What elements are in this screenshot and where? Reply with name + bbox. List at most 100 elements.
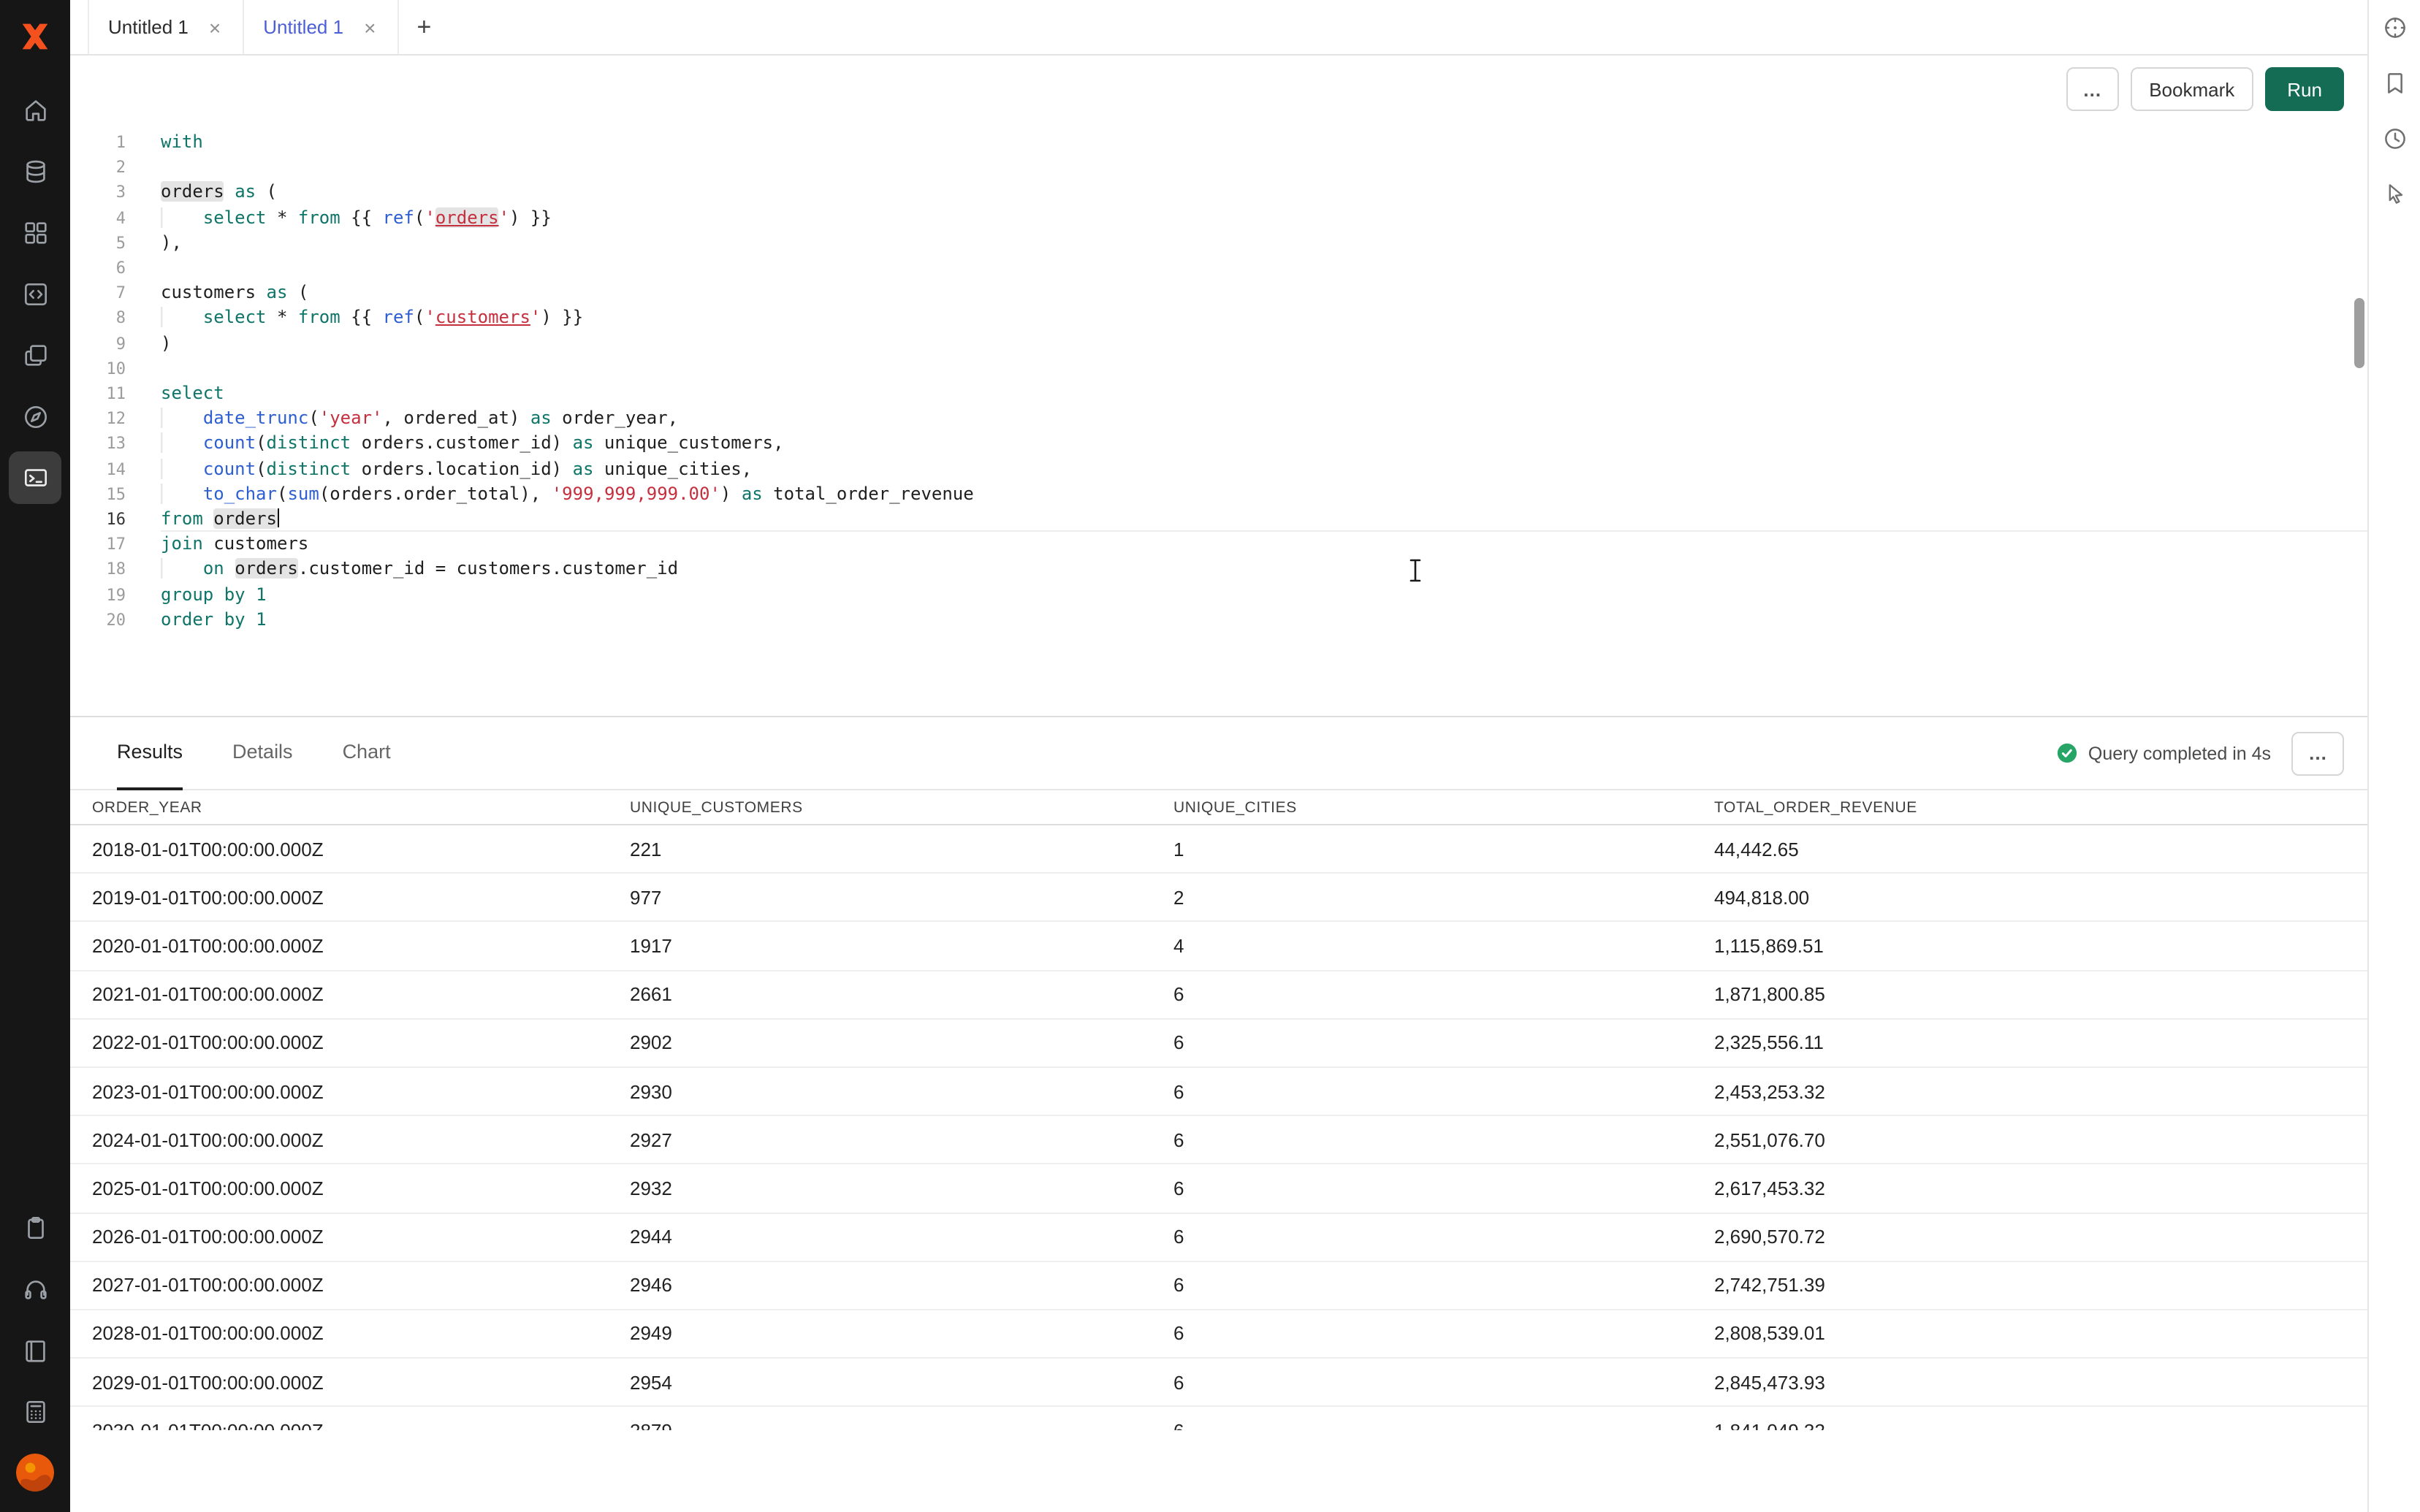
code-line-content: group by 1	[161, 582, 2367, 607]
apps-grid-icon[interactable]	[9, 206, 61, 259]
table-cell: 2023-01-01T00:00:00.000Z	[70, 1080, 608, 1102]
results-tab-chart[interactable]: Chart	[343, 717, 391, 790]
code-line[interactable]: 1with	[70, 130, 2367, 155]
compass-icon[interactable]	[9, 390, 61, 443]
clipboard-icon[interactable]	[9, 1201, 61, 1253]
results-more-button[interactable]: …	[2291, 731, 2344, 775]
line-number: 7	[70, 280, 126, 305]
code-line[interactable]: 16from orders	[70, 507, 2367, 532]
table-row[interactable]: 2020-01-01T00:00:00.000Z191741,115,869.5…	[70, 923, 2367, 971]
table-cell: 1	[1152, 838, 1692, 860]
line-number: 8	[70, 306, 126, 331]
calculator-icon[interactable]	[9, 1385, 61, 1437]
code-line-content: )	[161, 331, 2367, 356]
line-number: 16	[70, 507, 126, 532]
table-row[interactable]: 2025-01-01T00:00:00.000Z293262,617,453.3…	[70, 1165, 2367, 1213]
table-cell: 221	[608, 838, 1152, 860]
explore-compass-icon[interactable]	[2375, 9, 2413, 47]
code-lines: 1with23orders as (4 select * from {{ ref…	[70, 130, 2367, 633]
right-rail	[2367, 0, 2420, 1512]
code-line[interactable]: 2	[70, 155, 2367, 180]
table-cell: 2018-01-01T00:00:00.000Z	[70, 838, 608, 860]
text-caret	[277, 508, 279, 527]
tab-strip: Untitled 1×Untitled 1×	[88, 0, 399, 54]
table-row[interactable]: 2023-01-01T00:00:00.000Z293062,453,253.3…	[70, 1068, 2367, 1116]
run-button[interactable]: Run	[2265, 67, 2344, 111]
editor-tab[interactable]: Untitled 1×	[244, 0, 399, 54]
table-cell: 2661	[608, 983, 1152, 1005]
editor-scrollbar-thumb[interactable]	[2354, 298, 2364, 368]
windows-icon[interactable]	[9, 329, 61, 381]
table-cell: 2028-01-01T00:00:00.000Z	[70, 1323, 608, 1345]
app-logo[interactable]	[10, 12, 60, 61]
table-row[interactable]: 2021-01-01T00:00:00.000Z266161,871,800.8…	[70, 971, 2367, 1019]
results-tabs: Results Details Chart	[117, 717, 441, 790]
notebook-icon[interactable]	[9, 1324, 61, 1376]
home-icon[interactable]	[9, 83, 61, 136]
bookmark-button[interactable]: Bookmark	[2130, 67, 2253, 111]
results-tab-details[interactable]: Details	[232, 717, 293, 790]
results-tab-results[interactable]: Results	[117, 717, 183, 790]
table-row[interactable]: 2019-01-01T00:00:00.000Z9772494,818.00	[70, 874, 2367, 922]
line-number: 15	[70, 482, 126, 507]
table-row[interactable]: 2027-01-01T00:00:00.000Z294662,742,751.3…	[70, 1261, 2367, 1310]
table-row[interactable]: 2029-01-01T00:00:00.000Z295462,845,473.9…	[70, 1359, 2367, 1407]
code-line[interactable]: 6	[70, 256, 2367, 280]
code-line[interactable]: 9)	[70, 331, 2367, 356]
terminal-icon[interactable]	[9, 451, 61, 504]
code-line[interactable]: 7customers as (	[70, 280, 2367, 305]
table-cell: 2927	[608, 1129, 1152, 1150]
sql-editor[interactable]: 1with23orders as (4 select * from {{ ref…	[70, 123, 2367, 716]
support-icon[interactable]	[9, 1262, 61, 1315]
line-number: 17	[70, 532, 126, 557]
code-line[interactable]: 20order by 1	[70, 608, 2367, 633]
tab-close-icon[interactable]: ×	[361, 14, 378, 40]
code-line[interactable]: 14 count(distinct orders.location_id) as…	[70, 457, 2367, 481]
table-row[interactable]: 2030-01-01T00:00:00.000Z287961,841,049.3…	[70, 1408, 2367, 1431]
code-line[interactable]: 5),	[70, 231, 2367, 256]
code-line[interactable]: 10	[70, 356, 2367, 381]
line-number: 1	[70, 130, 126, 155]
code-line[interactable]: 11select	[70, 381, 2367, 406]
table-cell: 2,551,076.70	[1692, 1129, 2367, 1150]
code-line[interactable]: 4 select * from {{ ref('orders') }}	[70, 205, 2367, 230]
query-success-icon	[2056, 742, 2078, 764]
more-actions-button[interactable]: …	[2066, 67, 2118, 111]
table-row[interactable]: 2024-01-01T00:00:00.000Z292762,551,076.7…	[70, 1116, 2367, 1164]
code-line[interactable]: 12 date_trunc('year', ordered_at) as ord…	[70, 406, 2367, 431]
line-number: 10	[70, 356, 126, 381]
code-line[interactable]: 3orders as (	[70, 180, 2367, 205]
pointer-icon[interactable]	[2375, 175, 2413, 213]
code-line[interactable]: 17join customers	[70, 532, 2367, 557]
table-row[interactable]: 2022-01-01T00:00:00.000Z290262,325,556.1…	[70, 1020, 2367, 1068]
database-icon[interactable]	[9, 145, 61, 197]
code-line[interactable]: 13 count(distinct orders.customer_id) as…	[70, 432, 2367, 457]
mouse-text-cursor	[1407, 558, 1423, 590]
history-icon[interactable]	[2375, 120, 2413, 158]
column-header: TOTAL_ORDER_REVENUE	[1692, 798, 2367, 816]
code-icon[interactable]	[9, 267, 61, 320]
table-row[interactable]: 2018-01-01T00:00:00.000Z221144,442.65	[70, 825, 2367, 874]
bookmark-icon[interactable]	[2375, 64, 2413, 102]
table-cell: 2019-01-01T00:00:00.000Z	[70, 887, 608, 909]
table-cell: 6	[1152, 1177, 1692, 1199]
user-avatar[interactable]	[16, 1454, 54, 1492]
tab-close-icon[interactable]: ×	[206, 14, 224, 40]
code-line-content: on orders.customer_id = customers.custom…	[161, 557, 2367, 582]
table-cell: 2902	[608, 1032, 1152, 1054]
table-cell: 2944	[608, 1226, 1152, 1248]
results-table-body: 2018-01-01T00:00:00.000Z221144,442.65201…	[70, 825, 2367, 1430]
code-line[interactable]: 18 on orders.customer_id = customers.cus…	[70, 557, 2367, 582]
code-line-content: select	[161, 381, 2367, 406]
editor-tab[interactable]: Untitled 1×	[88, 0, 244, 54]
table-row[interactable]: 2028-01-01T00:00:00.000Z294962,808,539.0…	[70, 1310, 2367, 1359]
code-line[interactable]: 8 select * from {{ ref('customers') }}	[70, 306, 2367, 331]
code-line[interactable]: 19group by 1	[70, 582, 2367, 607]
column-header: ORDER_YEAR	[70, 798, 608, 816]
table-cell: 6	[1152, 1129, 1692, 1150]
table-cell: 4	[1152, 935, 1692, 957]
code-line[interactable]: 15 to_char(sum(orders.order_total), '999…	[70, 482, 2367, 507]
line-number: 6	[70, 256, 126, 280]
table-row[interactable]: 2026-01-01T00:00:00.000Z294462,690,570.7…	[70, 1213, 2367, 1261]
new-tab-button[interactable]: +	[399, 0, 449, 54]
